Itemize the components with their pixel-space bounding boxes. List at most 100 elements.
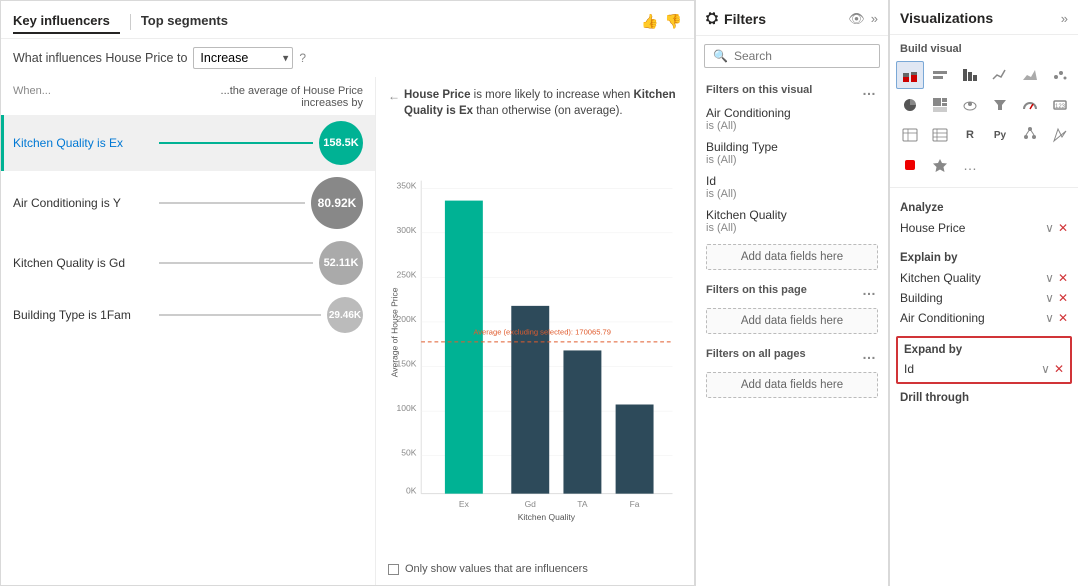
bar-line (159, 262, 313, 264)
influencer-row[interactable]: Kitchen Quality is Ex 158.5K (1, 115, 375, 171)
explain-by-section: Explain by Kitchen Quality ∨ ✕ Building … (890, 242, 1078, 332)
viz-icon-treemap[interactable] (926, 91, 954, 119)
svg-text:200K: 200K (397, 314, 417, 324)
filter-label: Kitchen Quality (706, 208, 878, 222)
bar-ex[interactable] (445, 201, 483, 494)
viz-icon-card[interactable]: 123 (1046, 91, 1074, 119)
chevron-down-icon[interactable]: ∨ (1045, 311, 1054, 325)
add-data-page[interactable]: Add data fields here (706, 308, 878, 334)
tab-key-influencers[interactable]: Key influencers (13, 9, 120, 34)
viz-icon-decomp[interactable] (1016, 121, 1044, 149)
viz-icon-more[interactable]: … (956, 151, 984, 179)
viz-icons-grid: 123 R Py … (890, 59, 1078, 183)
viz-icon-line[interactable] (986, 61, 1014, 89)
viz-icon-area[interactable] (1016, 61, 1044, 89)
viz-icon-gauge[interactable] (1016, 91, 1044, 119)
viz-icon-pie[interactable] (896, 91, 924, 119)
help-icon[interactable]: ? (299, 51, 306, 65)
viz-icon-table[interactable] (896, 121, 924, 149)
eye-icon[interactable]: 👁 (848, 11, 865, 27)
build-visual-label: Build visual (890, 35, 1078, 59)
left-panel: Key influencers Top segments 👍 👎 What in… (0, 0, 695, 586)
chart-svg-container: 350K 300K 250K 200K 150K 100K 50K 0K (388, 127, 682, 557)
viz-icon-map[interactable] (956, 91, 984, 119)
close-icon[interactable]: ✕ (1058, 291, 1068, 305)
viz-icon-scatter[interactable] (1046, 61, 1074, 89)
influencer-bar-container: Kitchen Quality is Gd (13, 256, 319, 270)
bubble-value: 29.46K (327, 297, 363, 333)
header-icons: 👍 👎 (641, 13, 682, 30)
tab-top-segments[interactable]: Top segments (141, 9, 238, 34)
analyze-field: House Price (900, 221, 1045, 235)
add-data-visual[interactable]: Add data fields here (706, 244, 878, 270)
viz-icon-py[interactable]: Py (986, 121, 1014, 149)
viz-icon-r[interactable]: R (956, 121, 984, 149)
svg-text:Average (excluding selected):: Average (excluding selected): 170065.79 (473, 328, 611, 337)
field-icons: ∨ ✕ (1045, 311, 1068, 325)
viz-icon-funnel[interactable] (986, 91, 1014, 119)
viz-icon-bar[interactable] (926, 61, 954, 89)
filter-sub: is (All) (706, 154, 878, 166)
search-input[interactable] (734, 49, 871, 63)
viz-icon-star[interactable] (926, 151, 954, 179)
filter-funnel-icon: ⛭ (706, 10, 718, 27)
svg-text:Average of House Price: Average of House Price (389, 287, 399, 377)
expand-icon[interactable]: » (871, 11, 878, 27)
analyze-title: Analyze (890, 198, 1078, 218)
filter-item-building-type[interactable]: Building Type is (All) (696, 136, 888, 170)
search-icon: 🔍 (713, 49, 728, 63)
influence-select-wrapper[interactable]: Increase Decrease (193, 47, 293, 69)
bar-ta[interactable] (563, 351, 601, 494)
chevron-down-icon[interactable]: ∨ (1041, 362, 1050, 376)
thumb-up-icon[interactable]: 👍 (641, 13, 658, 30)
viz-panel: Visualizations » Build visual (889, 0, 1078, 586)
filter-item-id[interactable]: Id is (All) (696, 170, 888, 204)
filter-sub: is (All) (706, 222, 878, 234)
chevron-down-icon[interactable]: ∨ (1045, 221, 1054, 235)
close-icon[interactable]: ✕ (1058, 311, 1068, 325)
expand-by-field: Id (904, 362, 914, 376)
close-icon[interactable]: ✕ (1054, 362, 1064, 376)
influencer-label: Building Type is 1Fam (13, 308, 153, 322)
back-arrow-icon[interactable]: ← (388, 88, 400, 105)
footer-checkbox[interactable] (388, 564, 399, 575)
close-icon[interactable]: ✕ (1058, 271, 1068, 285)
search-box[interactable]: 🔍 (704, 44, 880, 68)
more-options-icon[interactable]: … (862, 346, 878, 362)
influencer-row[interactable]: Kitchen Quality is Gd 52.11K (1, 235, 375, 291)
filters-on-visual-title: Filters on this visual … (696, 76, 888, 102)
influencer-label: Kitchen Quality is Ex (13, 136, 153, 150)
expand-by-label: Expand by (904, 342, 1064, 360)
filter-item-air-conditioning[interactable]: Air Conditioning is (All) (696, 102, 888, 136)
bubble-value: 158.5K (319, 121, 363, 165)
svg-text:TA: TA (577, 499, 588, 509)
close-icon[interactable]: ✕ (1058, 221, 1068, 235)
svg-text:Ex: Ex (459, 499, 470, 509)
bubble-value: 52.11K (319, 241, 363, 285)
viz-icon-stacked-bar2[interactable] (956, 61, 984, 89)
thumb-down-icon[interactable]: 👎 (665, 13, 682, 30)
bar-fa[interactable] (616, 405, 654, 494)
viz-icon-stacked-bar[interactable] (896, 61, 924, 89)
viz-icon-shape[interactable] (896, 151, 924, 179)
filter-item-kitchen-quality[interactable]: Kitchen Quality is (All) (696, 204, 888, 238)
field-name: Kitchen Quality (900, 271, 1045, 285)
viz-icon-matrix[interactable] (926, 121, 954, 149)
analyze-section: Analyze House Price ∨ ✕ (890, 192, 1078, 242)
add-data-all-pages[interactable]: Add data fields here (706, 372, 878, 398)
viz-icon-map2[interactable] (1046, 121, 1074, 149)
divider (890, 187, 1078, 188)
influencer-label: Air Conditioning is Y (13, 196, 153, 210)
influencer-row[interactable]: Building Type is 1Fam 29.46K (1, 291, 375, 339)
chevron-down-icon[interactable]: ∨ (1045, 271, 1054, 285)
svg-text:350K: 350K (397, 180, 417, 190)
more-options-icon[interactable]: … (862, 282, 878, 298)
viz-expand-icon[interactable]: » (1061, 11, 1068, 26)
chevron-down-icon[interactable]: ∨ (1045, 291, 1054, 305)
influencer-row[interactable]: Air Conditioning is Y 80.92K (1, 171, 375, 235)
field-icons: ∨ ✕ (1041, 362, 1064, 376)
column-headers: When... ...the average of House Price in… (1, 83, 375, 115)
influence-select[interactable]: Increase Decrease (193, 47, 293, 69)
active-indicator (1, 115, 4, 171)
more-options-icon[interactable]: … (862, 82, 878, 98)
